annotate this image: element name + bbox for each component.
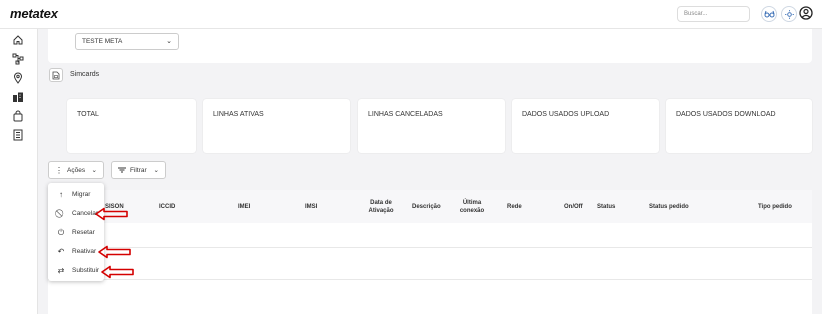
header-line: conexão bbox=[459, 207, 485, 214]
card-dados-download: DADOS USADOS DOWNLOAD bbox=[666, 99, 812, 153]
prohibited-icon: ⃠ bbox=[56, 209, 66, 219]
swap-icon: ⇄ bbox=[57, 266, 65, 275]
card-label: DADOS USADOS UPLOAD bbox=[522, 111, 610, 118]
sidebar bbox=[0, 29, 38, 314]
row-divider bbox=[48, 279, 812, 280]
menu-item-label: Substituir bbox=[72, 267, 100, 274]
menu-item-reativar[interactable]: ↶ Reativar bbox=[48, 242, 104, 261]
row-divider bbox=[48, 247, 812, 248]
header-imsi[interactable]: IMSI bbox=[305, 190, 317, 223]
user-circle-icon[interactable] bbox=[799, 6, 813, 20]
main-content: TESTE META ⌄ Simcards TOTAL LINHAS ATIVA… bbox=[38, 29, 822, 314]
search-input[interactable]: Buscar... bbox=[677, 6, 750, 22]
menu-item-substituir[interactable]: ⇄ Substituir bbox=[48, 261, 104, 280]
header-status-pedido[interactable]: Status pedido bbox=[649, 190, 689, 223]
header-onoff[interactable]: On/Off bbox=[564, 190, 583, 223]
header-line: Ativação bbox=[368, 207, 394, 214]
card-linhas-ativas: LINHAS ATIVAS bbox=[203, 99, 350, 153]
chevron-down-icon: ⌄ bbox=[153, 167, 159, 174]
menu-item-label: Resetar bbox=[72, 229, 95, 236]
header-descricao[interactable]: Descrição bbox=[412, 190, 441, 223]
header-line: Data de bbox=[370, 199, 392, 206]
header-line: Última bbox=[462, 199, 482, 206]
menu-item-label: Reativar bbox=[72, 248, 97, 255]
buildings-icon[interactable] bbox=[12, 91, 24, 103]
header-iccid[interactable]: ICCID bbox=[159, 190, 175, 223]
chevron-down-icon: ⌄ bbox=[166, 38, 172, 45]
filter-label: Filtrar bbox=[130, 166, 147, 174]
card-label: LINHAS CANCELADAS bbox=[368, 111, 443, 118]
app-logo: metatex bbox=[10, 6, 58, 21]
annotation-arrow-cancelar bbox=[95, 207, 128, 221]
chevron-down-icon: ⌄ bbox=[91, 167, 97, 174]
filter-button[interactable]: Filtrar ⌄ bbox=[111, 161, 166, 179]
card-label: TOTAL bbox=[77, 111, 99, 118]
header-imei[interactable]: IMEI bbox=[238, 190, 250, 223]
location-icon[interactable] bbox=[12, 72, 24, 84]
card-linhas-canceladas: LINHAS CANCELADAS bbox=[358, 99, 505, 153]
annotation-arrow-reativar bbox=[98, 245, 131, 259]
card-label: LINHAS ATIVAS bbox=[213, 111, 264, 118]
ledger-icon[interactable] bbox=[12, 129, 24, 141]
actions-button[interactable]: ⋮ Ações ⌄ bbox=[48, 161, 104, 179]
table-header: SISON ICCID IMEI IMSI Data de Ativação De… bbox=[48, 190, 812, 223]
client-select-value: TESTE META bbox=[82, 38, 123, 45]
actions-menu: ↑ Migrar ⃠ Cancelar ⏻ Resetar ↶ Reativar… bbox=[48, 183, 104, 281]
top-bar: metatex Buscar... bbox=[0, 0, 822, 29]
glasses-icon[interactable] bbox=[761, 6, 777, 22]
client-select[interactable]: TESTE META ⌄ bbox=[75, 33, 179, 50]
kebab-icon: ⋮ bbox=[55, 165, 63, 175]
card-dados-upload: DADOS USADOS UPLOAD bbox=[512, 99, 659, 153]
menu-item-resetar[interactable]: ⏻ Resetar bbox=[48, 223, 104, 242]
simcard-icon bbox=[49, 68, 63, 82]
bag-icon[interactable] bbox=[12, 110, 24, 122]
header-data-ativacao[interactable]: Data de Ativação bbox=[361, 190, 401, 223]
menu-item-migrar[interactable]: ↑ Migrar bbox=[48, 185, 104, 204]
undo-icon: ↶ bbox=[57, 247, 65, 256]
actions-label: Ações bbox=[67, 166, 86, 174]
network-icon[interactable] bbox=[12, 53, 24, 65]
header-status[interactable]: Status bbox=[597, 190, 615, 223]
filter-lines-icon bbox=[118, 167, 126, 173]
section-title: Simcards bbox=[70, 71, 100, 78]
card-total: TOTAL bbox=[67, 99, 196, 153]
card-label: DADOS USADOS DOWNLOAD bbox=[676, 111, 776, 118]
header-rede[interactable]: Rede bbox=[507, 190, 522, 223]
simcards-table: SISON ICCID IMEI IMSI Data de Ativação De… bbox=[48, 190, 812, 314]
power-icon: ⏻ bbox=[57, 227, 65, 237]
header-tipo-pedido[interactable]: Tipo pedido bbox=[758, 190, 792, 223]
annotation-arrow-substituir bbox=[101, 265, 134, 279]
sun-icon[interactable] bbox=[781, 6, 797, 22]
filter-panel: TESTE META ⌄ bbox=[48, 29, 812, 63]
menu-item-label: Migrar bbox=[72, 191, 91, 198]
simcards-section-header: Simcards bbox=[48, 66, 812, 86]
arrow-up-icon: ↑ bbox=[59, 190, 63, 199]
home-icon[interactable] bbox=[12, 34, 24, 46]
header-ultima-conexao[interactable]: Última conexão bbox=[455, 190, 489, 223]
